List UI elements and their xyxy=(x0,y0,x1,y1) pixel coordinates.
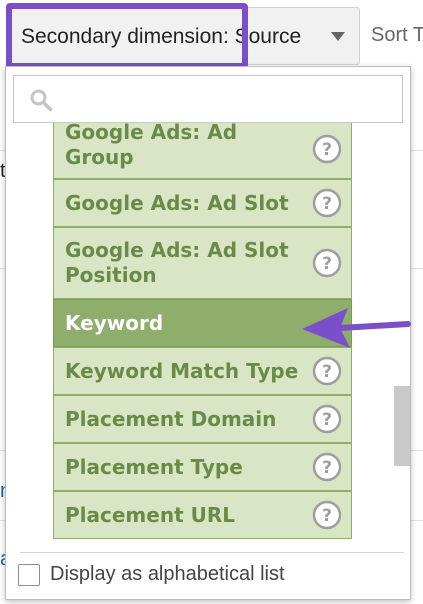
dimension-item-keyword-match-type[interactable]: Keyword Match Type ? xyxy=(53,347,352,395)
secondary-dimension-label: Secondary dimension: Source xyxy=(21,25,302,48)
secondary-dimension-dropdown[interactable]: Secondary dimension: Source xyxy=(8,7,360,65)
dimension-item-placement-url[interactable]: Placement URL ? xyxy=(53,491,352,539)
search-icon xyxy=(30,89,53,112)
list-scrollbar-thumb[interactable] xyxy=(394,386,410,466)
svg-text:?: ? xyxy=(322,458,332,478)
dimension-item-label: Placement Type xyxy=(65,455,243,479)
dimension-item-label: Keyword xyxy=(65,311,164,335)
dimension-item-google-ads-ad-slot[interactable]: Google Ads: Ad Slot ? xyxy=(53,179,352,227)
alphabetical-list-checkbox[interactable] xyxy=(18,564,40,586)
help-icon[interactable]: ? xyxy=(312,404,342,434)
sort-type-label[interactable]: Sort T xyxy=(371,24,423,47)
dimension-list: Google Ads: Ad Group ? Google Ads: Ad Sl… xyxy=(53,123,354,539)
dimension-item-placement-type[interactable]: Placement Type ? xyxy=(53,443,352,491)
dimension-item-label: Placement Domain xyxy=(65,407,277,431)
dimension-item-label: Google Ads: Ad Group xyxy=(65,123,238,169)
svg-text:?: ? xyxy=(322,362,332,382)
svg-text:?: ? xyxy=(322,506,332,526)
help-icon[interactable]: ? xyxy=(312,188,342,218)
svg-text:?: ? xyxy=(322,410,332,430)
svg-text:?: ? xyxy=(322,140,332,160)
report-page: t n a Secondary dimension: Source Sort T… xyxy=(0,0,423,604)
dimension-item-label: Placement URL xyxy=(65,503,235,527)
dimension-item-google-ads-ad-group[interactable]: Google Ads: Ad Group ? xyxy=(53,123,352,179)
dimension-list-viewport: Google Ads: Ad Group ? Google Ads: Ad Sl… xyxy=(6,123,410,541)
dimension-item-google-ads-ad-slot-position[interactable]: Google Ads: Ad Slot Position ? xyxy=(53,227,352,299)
alphabetical-list-label: Display as alphabetical list xyxy=(50,563,285,585)
dimension-search-box[interactable] xyxy=(13,75,403,123)
help-icon[interactable]: ? xyxy=(312,356,342,386)
help-icon[interactable]: ? xyxy=(312,452,342,482)
svg-text:?: ? xyxy=(322,254,332,274)
chevron-down-icon xyxy=(331,32,345,41)
dimension-item-placement-domain[interactable]: Placement Domain ? xyxy=(53,395,352,443)
dimension-dropdown-panel: Google Ads: Ad Group ? Google Ads: Ad Sl… xyxy=(5,66,411,600)
help-icon[interactable]: ? xyxy=(312,248,342,278)
dimension-item-label: Google Ads: Ad Slot xyxy=(65,191,289,215)
dimension-item-keyword[interactable]: Keyword xyxy=(53,299,352,347)
help-icon[interactable]: ? xyxy=(312,500,342,530)
help-icon[interactable]: ? xyxy=(312,134,342,164)
dimension-item-label: Keyword Match Type xyxy=(65,359,299,383)
dimension-item-label: Google Ads: Ad Slot Position xyxy=(65,238,289,287)
panel-divider xyxy=(20,552,404,553)
svg-text:?: ? xyxy=(322,194,332,214)
dimension-search-input[interactable] xyxy=(62,82,396,118)
